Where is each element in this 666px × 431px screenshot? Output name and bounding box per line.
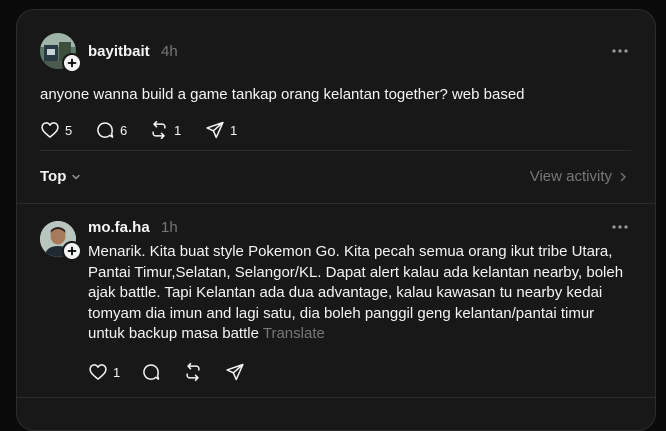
repost-count: 1 [174, 122, 182, 138]
reply-text-line: tomyam dia imun and lagi satu, dia boleh… [88, 304, 595, 322]
share-button[interactable]: 1 [205, 120, 255, 140]
reply-text-line-last: untuk backup masa battle Translate [88, 324, 648, 345]
reply-button[interactable]: 6 [95, 120, 149, 140]
heart-icon [41, 122, 59, 138]
reply-username[interactable]: mo.fa.ha [88, 219, 150, 236]
post-text: anyone wanna build a game tankap orang k… [40, 86, 525, 103]
follow-button[interactable] [62, 241, 82, 261]
share-icon [206, 121, 224, 139]
like-count: 5 [65, 122, 73, 138]
thread-card: bayitbait 4h anyone wanna build a game t… [16, 9, 656, 431]
reply-actions: 1 [88, 362, 255, 382]
more-icon [612, 49, 628, 53]
comment-icon [97, 122, 114, 138]
like-button[interactable]: 5 [40, 120, 95, 140]
share-count: 1 [230, 122, 238, 138]
repost-icon [186, 362, 200, 382]
like-count: 1 [113, 364, 121, 380]
plus-icon [67, 246, 77, 256]
like-button[interactable]: 1 [88, 362, 141, 382]
more-icon [612, 225, 628, 229]
comment-icon [143, 364, 160, 380]
reply-count: 6 [120, 122, 128, 138]
share-icon [226, 363, 244, 381]
divider [17, 203, 655, 204]
reply-text-line: ajak battle. Tapi Kelantan ada dua advan… [88, 284, 603, 301]
post-time[interactable]: 4h [161, 43, 178, 60]
chevron-right-icon [620, 172, 626, 181]
share-button[interactable] [225, 362, 255, 382]
view-activity-link[interactable]: View activity [530, 168, 629, 185]
repost-icon [152, 120, 166, 140]
reply-button[interactable] [141, 362, 183, 382]
reply-text: Menarik. Kita buat style Pokemon Go. Kit… [88, 242, 648, 345]
follow-button[interactable] [62, 53, 82, 73]
post-actions: 5 6 1 1 [40, 120, 255, 140]
reply-time[interactable]: 1h [161, 219, 178, 236]
reply-text-line: Menarik. Kita buat style Pokemon Go. Kit… [88, 243, 613, 260]
divider [40, 150, 631, 151]
post-username[interactable]: bayitbait [88, 43, 150, 60]
chevron-down-icon [72, 174, 81, 179]
sort-dropdown[interactable]: Top [40, 168, 82, 185]
view-activity-label: View activity [529, 168, 612, 185]
post-more-button[interactable] [609, 44, 631, 58]
repost-button[interactable] [183, 362, 225, 382]
reply-more-button[interactable] [609, 220, 631, 234]
reply-text-line: untuk backup masa battle [88, 325, 259, 342]
plus-icon [67, 58, 77, 68]
repost-button[interactable]: 1 [149, 120, 205, 140]
reply-text-line: Pantai Timur,Selatan, Selangor/KL. Dapat… [88, 263, 624, 281]
divider [17, 397, 655, 398]
heart-icon [89, 364, 107, 380]
translate-link[interactable]: Translate [263, 325, 325, 342]
sort-label: Top [40, 168, 67, 185]
